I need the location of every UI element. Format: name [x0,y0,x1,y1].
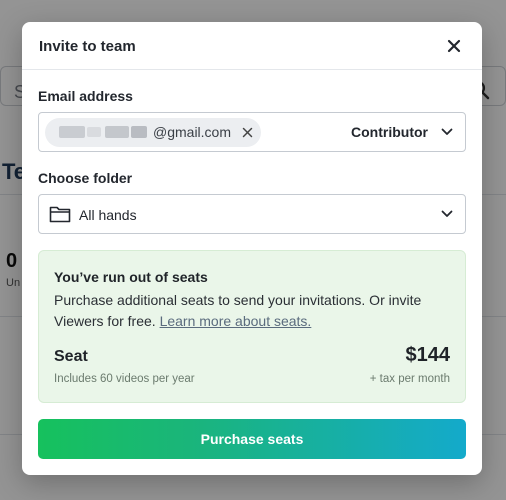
redacted-text [105,126,129,138]
email-field[interactable]: @gmail.com Contributor [38,112,466,152]
email-chip[interactable]: @gmail.com [45,118,261,147]
learn-more-link[interactable]: Learn more about seats. [160,313,312,329]
purchase-seats-label: Purchase seats [200,431,304,447]
folder-selected-value: All hands [79,207,137,223]
redacted-text [131,126,147,138]
close-icon[interactable] [446,38,462,54]
redacted-text [87,127,101,137]
email-address-label: Email address [38,88,133,104]
seat-label: Seat [54,348,88,365]
purchase-seats-button[interactable]: Purchase seats [38,419,466,459]
chevron-down-icon[interactable] [441,209,453,219]
invite-modal: Invite to team Email address @gmail.com … [22,22,482,475]
folder-select[interactable]: All hands [38,194,466,234]
role-dropdown[interactable]: Contributor [351,124,428,140]
folder-icon [49,206,71,223]
notice-title: You’ve run out of seats [54,269,208,285]
chevron-down-icon[interactable] [441,127,453,137]
modal-header: Invite to team [22,22,482,70]
redacted-text [59,126,85,138]
choose-folder-label: Choose folder [38,170,133,186]
seats-notice: You’ve run out of seats Purchase additio… [38,250,466,403]
modal-title: Invite to team [39,38,136,55]
x-icon[interactable] [242,127,253,138]
notice-body: Purchase additional seats to send your i… [54,290,454,332]
seat-description: Includes 60 videos per year [54,373,195,385]
seat-price: $144 [405,344,451,366]
seat-tax-note: + tax per month [369,373,450,385]
email-chip-text: @gmail.com [153,124,232,140]
